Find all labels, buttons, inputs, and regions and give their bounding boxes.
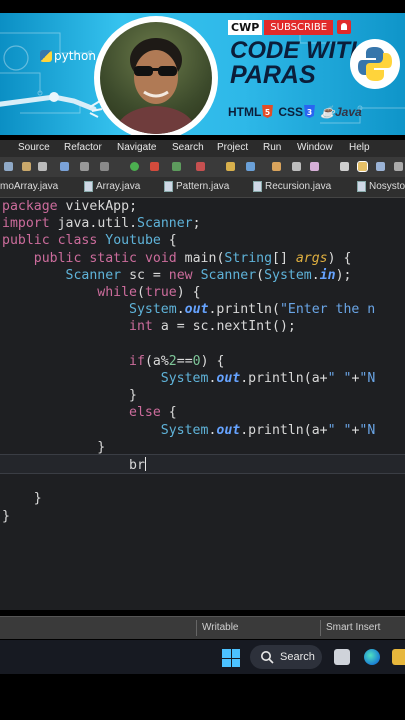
code-line[interactable]: } <box>2 440 105 455</box>
code-line[interactable]: } <box>2 388 137 403</box>
python-mini-logo: python <box>40 49 96 63</box>
channel-banner: python CWP SUBSCRIBE CODE WITH PARAS HTM… <box>0 13 405 135</box>
code-line[interactable]: public static void main(String[] args) { <box>2 251 352 266</box>
menu-project[interactable]: Project <box>217 142 248 153</box>
java-file-icon <box>84 181 93 192</box>
status-separator <box>320 620 321 636</box>
code-line[interactable]: br <box>2 457 146 473</box>
open-type-icon[interactable] <box>272 162 281 171</box>
code-line[interactable]: } <box>2 509 10 524</box>
java-tag: ☕Java <box>320 105 362 119</box>
menu-navigate[interactable]: Navigate <box>117 142 156 153</box>
search-label: Search <box>280 651 315 663</box>
annotation-icon[interactable] <box>340 162 349 171</box>
run-icon[interactable] <box>130 162 139 171</box>
code-line[interactable]: int a = sc.nextInt(); <box>2 319 296 334</box>
show-whitespace-icon[interactable] <box>394 162 403 171</box>
debug-icon[interactable] <box>60 162 69 171</box>
menu-refactor[interactable]: Refactor <box>64 142 102 153</box>
menu-help[interactable]: Help <box>349 142 370 153</box>
external-tools-icon[interactable] <box>196 162 205 171</box>
mark-occurrences-icon[interactable] <box>357 161 368 172</box>
menubar: Source Refactor Navigate Search Project … <box>0 140 405 157</box>
svg-text:5: 5 <box>265 108 270 117</box>
new-package-icon[interactable] <box>226 162 235 171</box>
css-tag: CSS 3 <box>278 105 315 119</box>
status-separator <box>196 620 197 636</box>
svg-text:3: 3 <box>307 108 312 117</box>
person-illustration <box>114 38 198 134</box>
python-icon <box>40 50 52 62</box>
code-line[interactable]: else { <box>2 405 177 420</box>
code-editor[interactable]: package vivekApp; import java.util.Scanne… <box>0 198 405 610</box>
code-line[interactable]: public class Youtube { <box>2 233 177 248</box>
code-line[interactable]: System.out.println(a+" "+"N <box>2 423 375 438</box>
file-explorer-icon[interactable] <box>392 649 405 665</box>
skip-icon[interactable] <box>80 162 89 171</box>
status-bar: Writable Smart Insert <box>0 616 405 639</box>
cwp-label: CWP <box>228 19 263 35</box>
new-icon[interactable] <box>4 162 13 171</box>
menu-search[interactable]: Search <box>172 142 204 153</box>
code-line[interactable]: System.out.println(a+" "+"N <box>2 371 375 386</box>
code-line[interactable]: import java.util.Scanner; <box>2 216 201 231</box>
python-label: python <box>54 49 96 63</box>
avatar <box>100 22 212 134</box>
taskbar-search[interactable]: Search <box>250 645 322 669</box>
tab-nosysto[interactable]: Nosysto <box>357 181 405 192</box>
windows-start-icon[interactable] <box>222 649 240 667</box>
robot-arm-icon <box>0 92 103 118</box>
windows-taskbar: Search <box>0 640 405 674</box>
block-select-icon[interactable] <box>376 162 385 171</box>
menu-source[interactable]: Source <box>18 142 50 153</box>
python-logo-icon <box>358 47 392 81</box>
java-cup-icon: ☕ <box>320 105 335 119</box>
code-line[interactable]: while(true) { <box>2 285 200 300</box>
top-black-bar <box>0 0 405 13</box>
tab-array[interactable]: Array.java <box>84 181 140 192</box>
css3-icon: 3 <box>304 105 315 118</box>
subscribe-button[interactable]: SUBSCRIBE <box>264 19 334 35</box>
html5-icon: 5 <box>262 105 274 118</box>
code-line[interactable]: Scanner sc = new Scanner(System.in); <box>2 268 352 283</box>
save-icon[interactable] <box>22 162 31 171</box>
code-line[interactable]: if(a%2==0) { <box>2 354 224 369</box>
toolbar <box>0 157 405 177</box>
task-view-icon[interactable] <box>334 649 350 665</box>
java-file-icon <box>357 181 366 192</box>
stop-icon[interactable] <box>150 162 159 171</box>
java-file-icon <box>253 181 262 192</box>
subscribe-badge[interactable]: CWP SUBSCRIBE <box>228 18 352 36</box>
bell-icon[interactable] <box>337 20 352 34</box>
search-tool-icon[interactable] <box>292 162 301 171</box>
bottom-black-bar <box>0 674 405 720</box>
step-icon[interactable] <box>100 162 109 171</box>
status-writable: Writable <box>202 622 239 633</box>
code-line[interactable]: package vivekApp; <box>2 199 137 214</box>
status-insert-mode: Smart Insert <box>326 622 381 633</box>
python-logo <box>350 39 400 89</box>
banner-title-line2: PARAS <box>230 61 316 89</box>
java-file-icon <box>164 181 173 192</box>
new-class-icon[interactable] <box>246 162 255 171</box>
editor-tabs: moArray.java Array.java Pattern.java Rec… <box>0 177 405 198</box>
tab-moarray[interactable]: moArray.java <box>0 181 58 192</box>
tab-pattern[interactable]: Pattern.java <box>164 181 229 192</box>
code-line[interactable]: } <box>2 491 42 506</box>
html-tag: HTML 5 <box>228 105 274 119</box>
print-icon[interactable] <box>38 162 47 171</box>
menu-window[interactable]: Window <box>297 142 333 153</box>
text-cursor <box>144 457 146 471</box>
tab-recursion[interactable]: Recursion.java <box>253 181 331 192</box>
search-icon <box>261 651 274 664</box>
coverage-icon[interactable] <box>172 162 181 171</box>
pen-icon[interactable] <box>310 162 319 171</box>
code-line[interactable]: System.out.println("Enter the n <box>2 302 375 317</box>
edge-browser-icon[interactable] <box>364 649 380 665</box>
banner-tags: HTML 5 CSS 3 ☕Java <box>228 105 362 119</box>
menu-run[interactable]: Run <box>263 142 281 153</box>
